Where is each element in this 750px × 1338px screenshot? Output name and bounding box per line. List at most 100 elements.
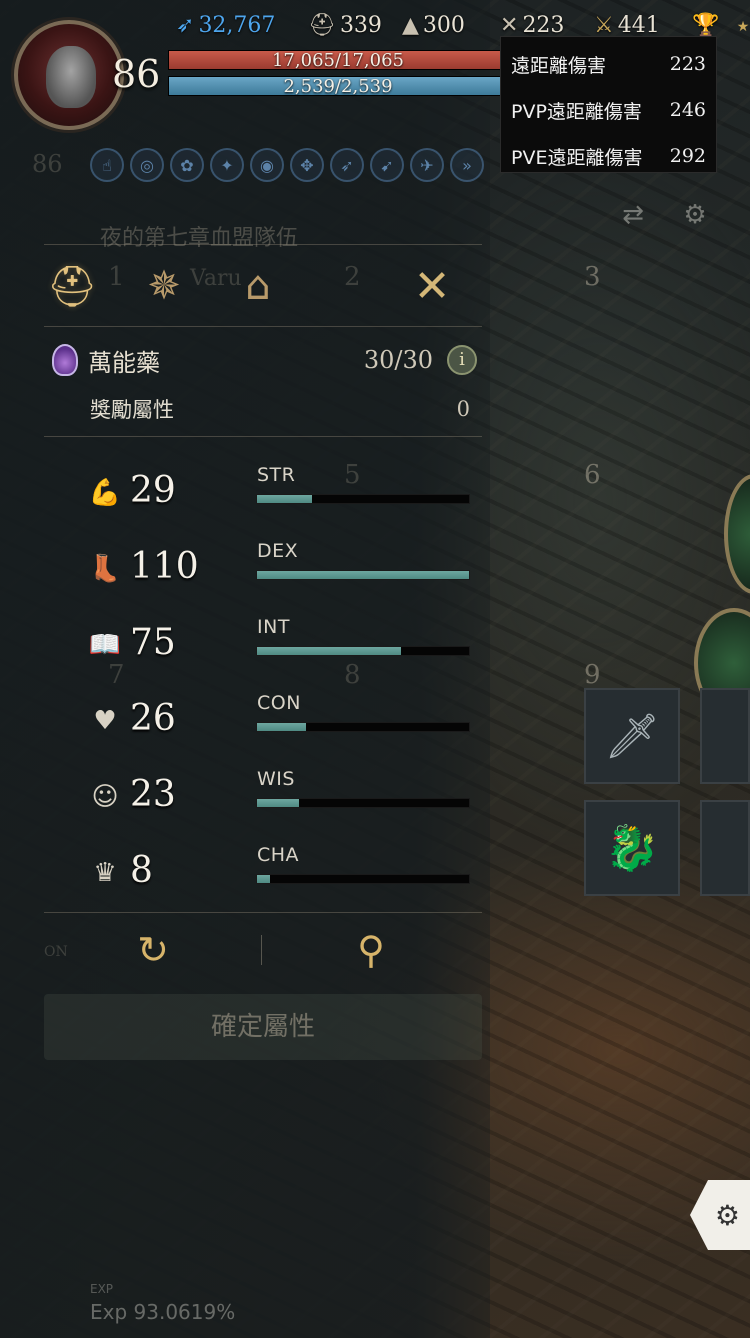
reset-icon: ↻ (137, 928, 169, 972)
ranged-damage-tooltip: 遠距離傷害 223 PVP遠距離傷害 246 PVE遠距離傷害 292 (500, 36, 717, 173)
buff-icon: ✈ (410, 148, 444, 182)
buff-icons-row: ☝ ◎ ✿ ✦ ◉ ✥ ➶ ➹ ✈ » (90, 148, 484, 182)
boot-icon: 👢 (88, 554, 122, 584)
hp-bar: 17,065/17,065 (168, 50, 508, 71)
stat-value: 110 (130, 546, 199, 587)
slot-number-1: 1 (108, 262, 125, 292)
stat-bar (256, 722, 470, 732)
quill-icon: ➶ (176, 12, 195, 38)
combat-power: ➶ 32,767 (176, 8, 275, 42)
buff-icon: ✿ (170, 148, 204, 182)
helmet-stat-value: 339 (339, 12, 382, 38)
potion-count: 30/30 (363, 346, 433, 374)
slot-number-9: 9 (584, 660, 601, 690)
combat-power-value: 32,767 (198, 12, 276, 38)
stat-row-dex[interactable]: 👢 110 DEX (88, 540, 473, 600)
mp-text: 2,539/2,539 (283, 76, 393, 97)
item-slot-dragon[interactable]: 🐉 (584, 800, 680, 896)
stat-abbr: WIS (257, 768, 295, 790)
potion-icon (52, 344, 78, 376)
tab-armor[interactable]: ⛑ (42, 256, 102, 316)
reset-button[interactable]: ↻ (128, 925, 178, 975)
bonus-attribute-row: 獎勵屬性 0 (90, 392, 470, 426)
wizard-hat-icon: ▲ (402, 12, 419, 38)
stat-row-con[interactable]: ♥ 26 CON (88, 692, 473, 752)
potion-info-button[interactable]: i (447, 345, 477, 375)
item-slot-partial-2[interactable] (700, 800, 750, 896)
gear-icon: ⚙ (714, 1198, 740, 1232)
stat-bar-fill (257, 723, 306, 731)
buff-icon: ✥ (290, 148, 324, 182)
search-button[interactable]: ⚲ (346, 925, 396, 975)
slot-number-2: 2 (344, 262, 361, 292)
stat-row-cha[interactable]: ♛ 8 CHA (88, 844, 473, 904)
crossed-swords-icon: ⚔ (594, 12, 614, 38)
tooltip-row: PVE遠距離傷害 292 (511, 133, 706, 179)
stat-bar (256, 874, 470, 884)
bow-stat-value: 223 (522, 12, 565, 38)
exp-label: EXP (90, 1282, 114, 1296)
stat-bar-fill (257, 799, 300, 807)
character-portrait[interactable] (14, 20, 124, 130)
buff-icon: ➹ (370, 148, 404, 182)
heart-pulse-icon: ♥ (93, 706, 117, 736)
helmet-icon: ⛑ (46, 263, 98, 310)
stat-value: 8 (130, 850, 153, 891)
stat-bar (256, 798, 470, 808)
book-icon: 📖 (88, 630, 122, 660)
confirm-attributes-button[interactable]: 確定屬性 (44, 994, 482, 1060)
stat-row-int[interactable]: 📖 75 INT (88, 616, 473, 676)
helmet-stat: ⛑ 339 (308, 8, 382, 42)
bonus-attribute-value: 0 (456, 397, 470, 421)
helmet-icon: ⛑ (308, 12, 336, 38)
stat-abbr: CHA (257, 844, 300, 866)
stat-bar-fill (257, 647, 402, 655)
dragon-skull-icon: 🐉 (604, 823, 660, 874)
auto-mode-label: ON (44, 944, 68, 960)
stat-bar (256, 646, 470, 656)
house-icon: ⌂ (245, 263, 271, 309)
background-level-badge: 86 (32, 150, 63, 178)
item-slot-partial-1[interactable] (700, 688, 750, 784)
gear-settings-icon[interactable]: ⚙ (678, 198, 712, 232)
star-compass-icon: ✵ (147, 263, 181, 309)
stat-bar-fill (257, 571, 469, 579)
buff-icon: ☝ (90, 148, 124, 182)
stat-row-wis[interactable]: ☺ 23 WIS (88, 768, 473, 828)
potion-label: 萬能藥 (88, 348, 160, 377)
stat-bar (256, 494, 470, 504)
tab-housing[interactable]: ⌂ (228, 256, 288, 316)
close-icon: ✕ (413, 260, 451, 312)
mp-bar: 2,539/2,539 (168, 76, 508, 97)
stat-abbr: DEX (257, 540, 299, 562)
tooltip-row: 遠距離傷害 223 (511, 41, 706, 87)
slot-number-6: 6 (584, 460, 601, 490)
tabs-divider (44, 326, 482, 327)
buff-icon: ◎ (130, 148, 164, 182)
tooltip-label: 遠距離傷害 (511, 54, 607, 77)
head-mind-icon: ☺ (91, 782, 119, 812)
tab-class[interactable]: ✵ (134, 256, 194, 316)
trophy-icon: 🏆 (692, 12, 720, 38)
character-level: 86 (112, 52, 161, 96)
tooltip-value: 246 (669, 99, 706, 121)
buff-icon: ◉ (250, 148, 284, 182)
stat-value: 29 (130, 470, 176, 511)
stat-bar-fill (257, 875, 270, 883)
buff-icon: ➶ (330, 148, 364, 182)
stat-value: 26 (130, 698, 176, 739)
hat-stat: ▲ 300 (402, 8, 465, 42)
tooltip-row: PVP遠距離傷害 246 (511, 87, 706, 133)
stat-row-str[interactable]: 💪 29 STR (88, 464, 473, 524)
tooltip-label: PVP遠距離傷害 (511, 100, 642, 123)
hp-text: 17,065/17,065 (271, 50, 405, 71)
panel-top-divider (44, 244, 482, 245)
stat-abbr: STR (257, 464, 296, 486)
close-button[interactable]: ✕ (402, 256, 462, 316)
muscle-arm-icon: 💪 (88, 478, 122, 508)
item-slot-dagger[interactable]: 🗡 (584, 688, 680, 784)
stat-bar-fill (257, 495, 313, 503)
slot-number-3: 3 (584, 262, 601, 292)
character-swap-icon[interactable]: ⇄ (616, 198, 650, 232)
buff-icon: » (450, 148, 484, 182)
